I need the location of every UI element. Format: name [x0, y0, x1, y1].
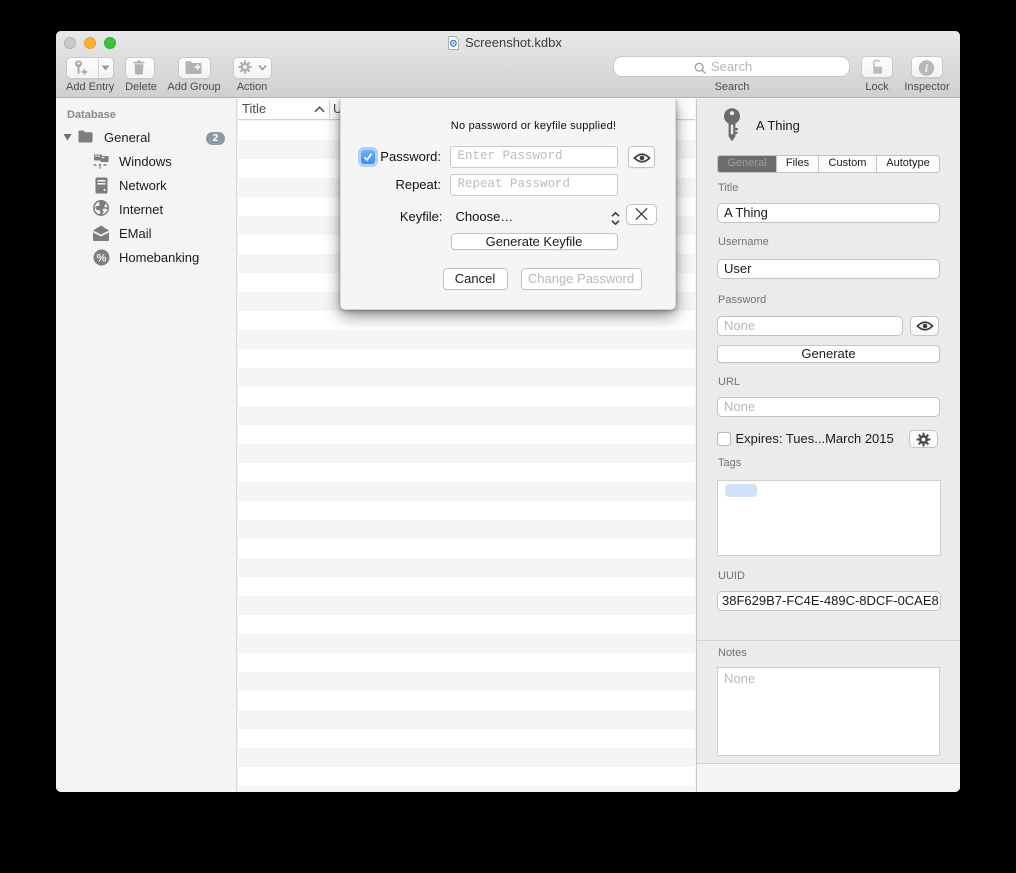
svg-text:%: %	[97, 252, 107, 264]
